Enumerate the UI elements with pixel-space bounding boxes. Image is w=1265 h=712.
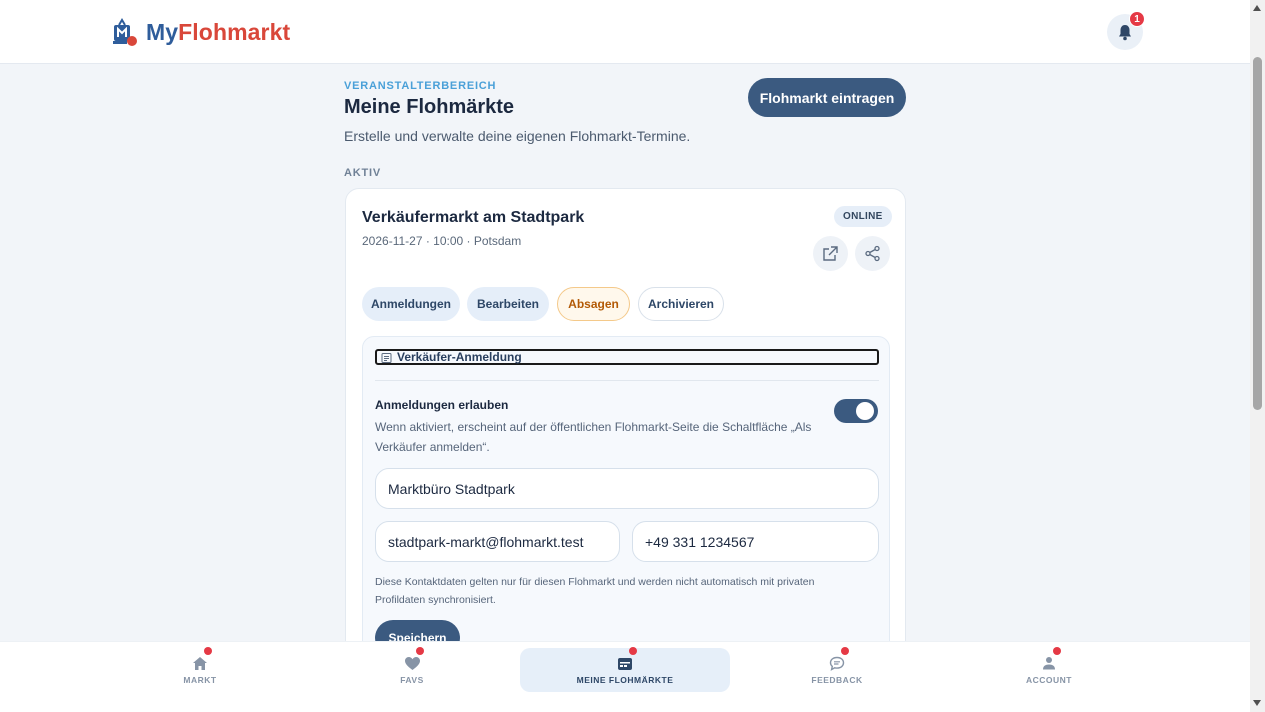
nav-label-favs: FAVS xyxy=(400,675,424,685)
nav-item-account[interactable]: ACCOUNT xyxy=(944,647,1154,692)
add-market-button[interactable]: Flohmarkt eintragen xyxy=(748,78,906,117)
section-eyebrow: VERANSTALTERBEREICH xyxy=(344,80,497,92)
user-icon xyxy=(1040,647,1061,671)
scroll-thumb[interactable] xyxy=(1253,57,1262,410)
scroll-up-arrow-icon[interactable] xyxy=(1253,5,1261,11)
nav-label-account: ACCOUNT xyxy=(1026,675,1072,685)
nav-dot xyxy=(1053,647,1061,655)
bell-icon xyxy=(1119,24,1131,40)
registrations-button[interactable]: Anmeldungen xyxy=(362,287,460,321)
divider xyxy=(375,380,879,381)
toggle-label: Anmeldungen erlauben xyxy=(375,398,509,412)
nav-dot xyxy=(841,647,849,655)
seller-registration-toggle-header[interactable]: Verkäufer-Anmeldung xyxy=(375,349,879,365)
nav-item-favs[interactable]: FAVS xyxy=(307,647,517,692)
panel-heading: Verkäufer-Anmeldung xyxy=(397,350,522,364)
nav-label-my-markets: MEINE FLOHMÄRKTE xyxy=(576,675,674,685)
status-badge: ONLINE xyxy=(834,206,892,227)
page-subtitle: Erstelle und verwalte deine eigenen Floh… xyxy=(344,128,691,144)
nav-label-market: MARKT xyxy=(183,675,217,685)
contact-name-field[interactable] xyxy=(375,468,879,509)
market-title: Verkäufermarkt am Stadtpark xyxy=(362,209,585,226)
nav-item-feedback[interactable]: FEEDBACK xyxy=(732,647,942,692)
allow-registrations-toggle[interactable] xyxy=(834,399,878,423)
page-scrollbar[interactable] xyxy=(1250,0,1265,712)
external-link-icon xyxy=(823,246,838,261)
notification-count-badge: 1 xyxy=(1129,11,1145,27)
nav-item-my-markets[interactable]: MEINE FLOHMÄRKTE xyxy=(520,647,730,692)
logo-text-flohmarkt: Flohmarkt xyxy=(178,18,291,45)
toggle-knob xyxy=(856,402,874,420)
nav-label-feedback: FEEDBACK xyxy=(811,675,863,685)
logo-text-my: My xyxy=(146,18,179,45)
calendar-icon xyxy=(616,647,637,671)
archive-button[interactable]: Archivieren xyxy=(638,287,724,321)
logo-text: MyFlohmarkt xyxy=(146,19,290,46)
open-external-button[interactable] xyxy=(813,236,848,271)
scroll-down-arrow-icon[interactable] xyxy=(1253,700,1261,706)
market-card: Verkäufermarkt am Stadtpark 2026-11-27 ·… xyxy=(345,188,906,668)
edit-button[interactable]: Bearbeiten xyxy=(467,287,549,321)
logo-mark-icon xyxy=(110,17,138,47)
nav-dot xyxy=(204,647,212,655)
active-section-label: AKTIV xyxy=(344,167,381,179)
nav-dot xyxy=(629,647,637,655)
contact-email-field[interactable] xyxy=(375,521,620,562)
share-button[interactable] xyxy=(855,236,890,271)
toggle-description: Wenn aktiviert, erscheint auf der öffent… xyxy=(375,420,812,454)
cancel-market-button[interactable]: Absagen xyxy=(557,287,630,321)
top-bar: MyFlohmarkt xyxy=(0,0,1250,64)
nav-dot xyxy=(416,647,424,655)
home-icon xyxy=(191,647,212,671)
contact-phone-field[interactable] xyxy=(632,521,879,562)
page-title: Meine Flohmärkte xyxy=(344,96,515,118)
share-icon xyxy=(865,245,880,262)
contact-hint: Diese Kontaktdaten gelten nur für diesen… xyxy=(375,576,815,606)
heart-icon xyxy=(403,647,424,671)
bottom-navigation: MARKT FAVS MEINE FLOHMÄRKTE FEEDBACK ACC… xyxy=(0,641,1250,712)
clipboard-icon xyxy=(381,352,392,363)
seller-registration-panel: Verkäufer-Anmeldung Anmeldungen erlauben… xyxy=(362,336,890,666)
chat-bubble-icon xyxy=(828,647,849,671)
market-meta: 2026-11-27 · 10:00 · Potsdam xyxy=(362,234,522,248)
nav-item-market[interactable]: MARKT xyxy=(95,647,305,692)
app-logo[interactable]: MyFlohmarkt xyxy=(110,17,290,47)
